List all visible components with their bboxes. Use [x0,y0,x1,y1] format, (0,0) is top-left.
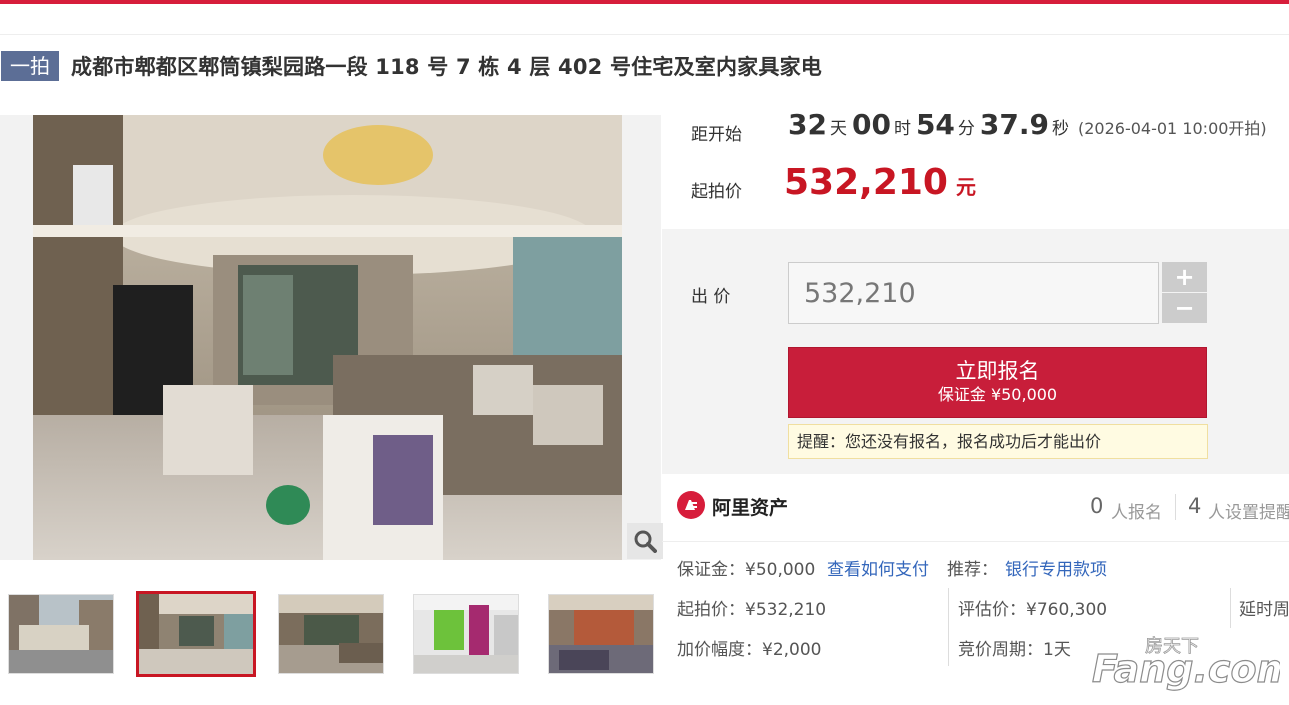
countdown-label: 距开始 [691,125,742,145]
register-button[interactable]: 立即报名 保证金 ¥50,000 [788,347,1207,418]
decrease-bid-button[interactable]: − [1162,293,1207,323]
start-price: 532,210 元 [784,162,976,203]
bid-amount-input[interactable] [788,262,1159,324]
count-divider [1175,494,1176,520]
deposit-info: 保证金：¥50,000 [677,560,816,580]
how-to-pay-link[interactable]: 查看如何支付 [827,555,929,580]
thumbnail-strip [0,590,661,678]
detail-appraisal: 评估价：¥760,300 [958,600,1108,620]
watermark-brand: Fang.com [1092,647,1280,691]
start-price-label: 起拍价 [691,182,742,202]
title-row: 一拍 成都市郫都区郫筒镇梨园路一段 118 号 7 栋 4 层 402 号住宅及… [0,50,822,82]
registration-tip: 提醒：您还没有报名，报名成功后才能出价 [788,424,1208,459]
thumbnail-3[interactable] [278,594,384,674]
header-divider [0,34,1289,35]
reminder-count: 4 [1188,494,1202,518]
hours-unit: 时 [893,119,911,139]
thumbnail-4[interactable] [413,594,519,674]
detail-delay: 延时周 [1239,600,1289,620]
start-datetime: (2026-04-01 10:00开拍) [1078,119,1267,138]
start-price-value: 532,210 [784,162,948,203]
countdown: 32 天 00 时 54 分 37.9 秒 (2026-04-01 10:00开… [788,108,1267,141]
countdown-seconds: 37.9 [979,108,1049,141]
zoom-button[interactable] [627,523,663,559]
top-accent-bar [0,0,1289,4]
bank-account-link[interactable]: 银行专用款项 [1005,555,1107,580]
fang-watermark: 房天下 Fang.com [1090,630,1289,694]
page-title: 成都市郫都区郫筒镇梨园路一段 118 号 7 栋 4 层 402 号住宅及室内家… [71,55,822,79]
magnifier-icon [634,530,657,553]
countdown-minutes: 54 [915,108,955,141]
countdown-days: 32 [788,108,827,141]
main-photo-area [0,115,661,560]
deposit-label: 保证金 ¥50,000 [937,385,1058,404]
ali-assets-logo-icon [677,491,705,519]
platform-name: 阿里资产 [712,497,789,519]
detail-divider-1 [948,588,949,666]
register-label: 立即报名 [955,359,1040,383]
minutes-unit: 分 [957,119,975,139]
detail-period: 竞价周期：1天 [958,640,1071,660]
detail-increment: 加价幅度：¥2,000 [677,640,822,660]
signup-text: 人报名 [1111,503,1162,523]
start-price-unit: 元 [955,175,976,199]
reminder-text: 人设置提醒 [1208,503,1289,523]
detail-start-price: 起拍价：¥532,210 [677,600,827,620]
auction-round-badge: 一拍 [1,51,59,81]
increase-bid-button[interactable]: + [1162,262,1207,292]
bid-label: 出 价 [691,287,731,307]
seconds-unit: 秒 [1052,119,1069,139]
recommend-label: 推荐： [947,560,998,580]
detail-divider-2 [1230,588,1231,628]
thumbnail-2-active[interactable] [136,591,256,677]
thumbnail-1[interactable] [8,594,114,674]
signup-count: 0 [1090,494,1104,518]
days-unit: 天 [829,119,847,139]
main-photo[interactable] [33,115,622,560]
countdown-hours: 00 [851,108,891,141]
thumbnail-5[interactable] [548,594,654,674]
